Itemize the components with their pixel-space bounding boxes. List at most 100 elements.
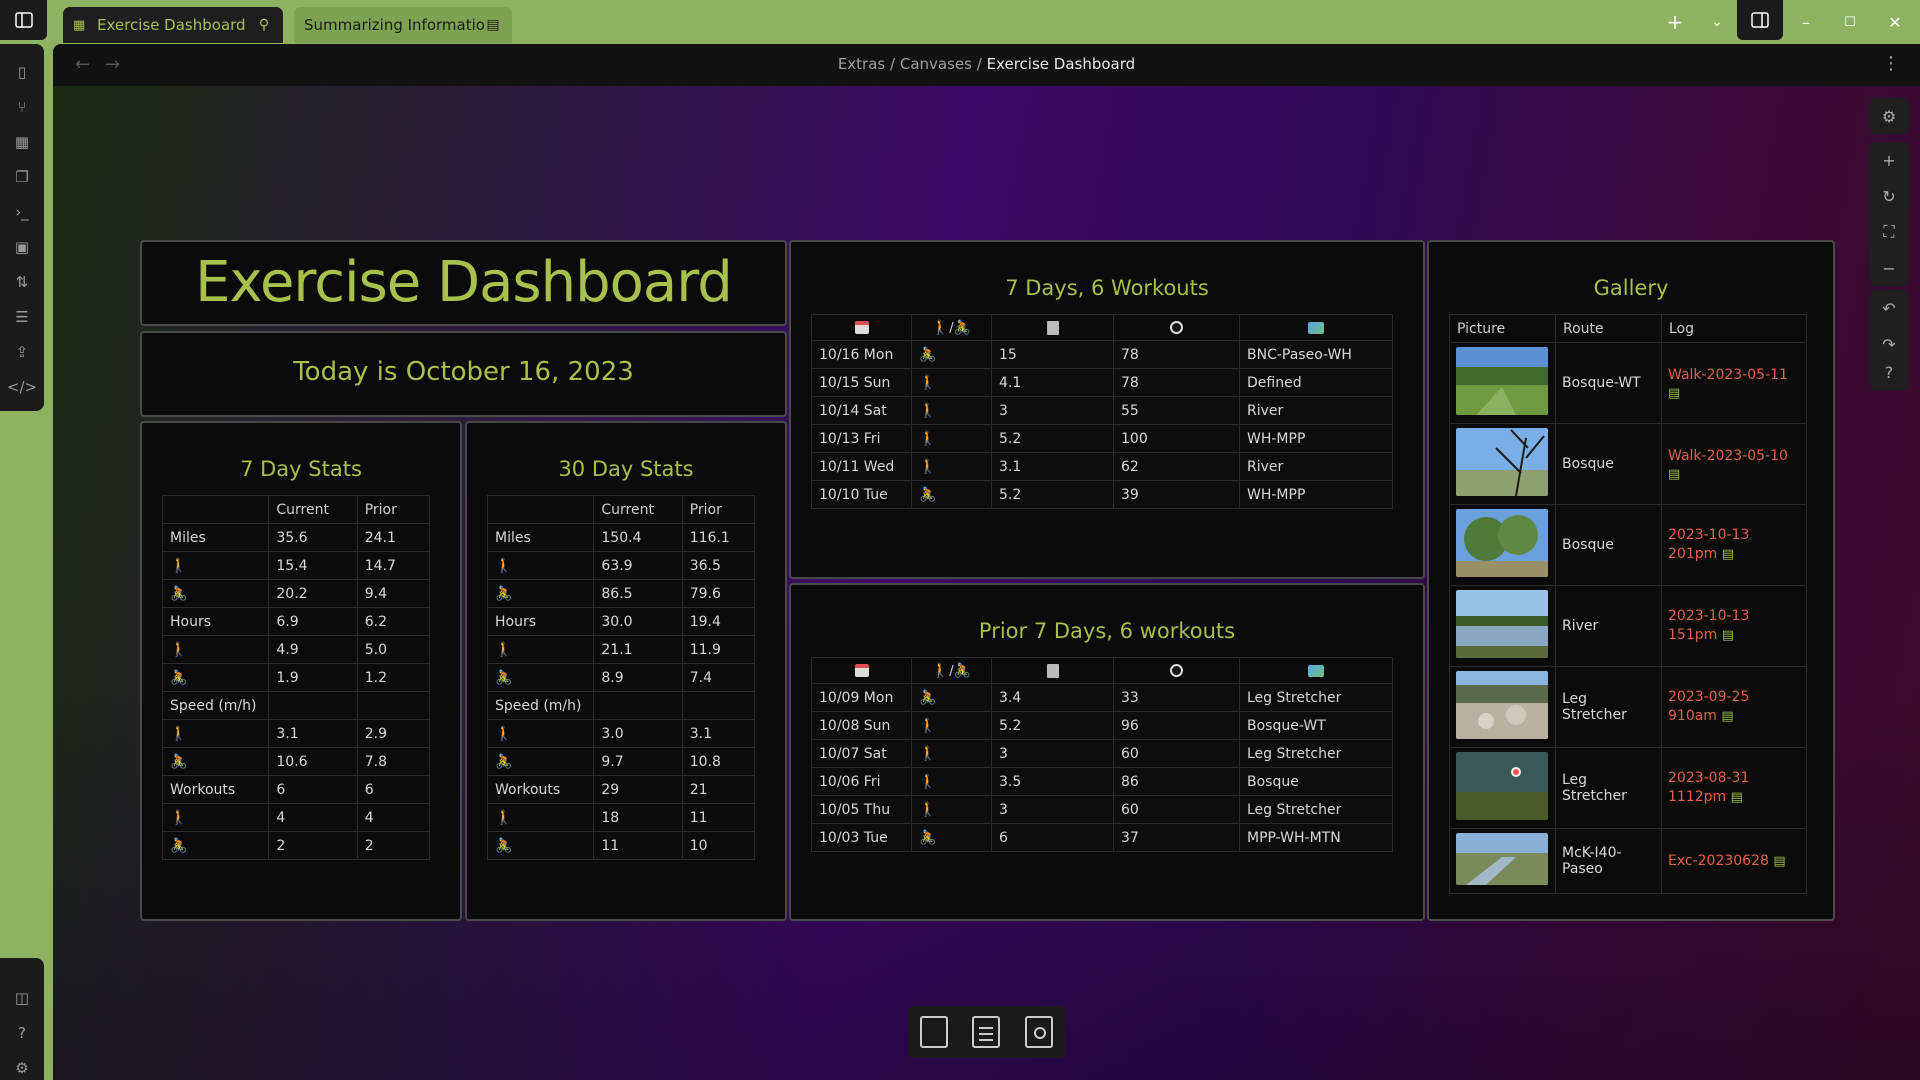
table-cell (681, 691, 756, 720)
map-icon (1239, 657, 1393, 684)
thirty-day-stats-card[interactable]: 30 Day Stats Current Prior Miles 150.4 116.… (465, 421, 787, 921)
prior-workouts-card[interactable]: Prior 7 Days, 6 workouts 🚶/🚴 10/09 Mon 🚴 3.… (789, 583, 1425, 921)
table-cell: Workouts (161, 775, 270, 804)
canvas[interactable]: ⚙ + ↻ ⛶ − ↶ ↷ ? Exercise Dashboard Today… (53, 86, 1920, 1080)
breadcrumb-item[interactable]: Canvases (900, 55, 972, 73)
bike-icon: 🚴 (919, 829, 937, 846)
log-link[interactable]: 2023-09-25 910am (1668, 689, 1749, 724)
column-header: Picture (1449, 314, 1556, 343)
seven-day-stats-card[interactable]: 7 Day Stats Current Prior Miles 35.6 24.1 🚶 1… (140, 421, 462, 921)
open-file-icon[interactable]: ▯ (0, 54, 44, 89)
table-cell: 7.4 (681, 663, 756, 692)
chevron-down-icon[interactable]: ⌄ (1702, 10, 1732, 34)
more-options-icon[interactable]: ⋮ (1882, 53, 1900, 74)
close-icon[interactable]: ✕ (1880, 10, 1910, 34)
column-header: Log (1661, 314, 1807, 343)
table-cell: 36.5 (681, 551, 756, 580)
photo-thumbnail[interactable] (1456, 833, 1548, 885)
undo-icon[interactable]: ↶ (1869, 290, 1909, 326)
help-icon[interactable]: ? (0, 1015, 44, 1050)
breadcrumb-item[interactable]: Extras (838, 55, 885, 73)
stopwatch-icon (1113, 657, 1240, 684)
log-cell: 2023-10-13 201pm ▤ (1661, 504, 1807, 586)
table-cell: 🚴 (911, 823, 992, 852)
log-link[interactable]: Exc-20230628 (1668, 853, 1769, 869)
table-cell: 10/15 Sun (811, 368, 912, 397)
log-link[interactable]: 2023-10-13 151pm (1668, 608, 1749, 643)
tab-exercise-dashboard[interactable]: ▦ Exercise Dashboard ⚲ (63, 7, 283, 43)
table-cell: 20.2 (268, 579, 358, 608)
photo-thumbnail[interactable] (1456, 428, 1548, 497)
table-header: Picture Route Log (1449, 314, 1807, 343)
code-icon[interactable]: </> (0, 369, 44, 404)
table-cell: 6.9 (268, 607, 358, 636)
log-cell: 2023-08-31 1112pm ▤ (1661, 747, 1807, 829)
table-row: 10/05 Thu 🚶 3 60 Leg Stretcher (811, 795, 1393, 824)
fit-screen-icon[interactable]: ⛶ (1869, 214, 1909, 250)
vault-icon[interactable]: ◫ (0, 980, 44, 1015)
log-link[interactable]: 2023-10-13 201pm (1668, 527, 1749, 562)
new-tab-icon[interactable]: + (1660, 10, 1690, 34)
zoom-out-icon[interactable]: − (1869, 250, 1909, 286)
table-cell: 10/09 Mon (811, 683, 912, 712)
table-cell: 10/13 Fri (811, 424, 912, 453)
upload-icon[interactable]: ⇪ (0, 334, 44, 369)
table-cell: 29 (593, 775, 683, 804)
add-media-icon[interactable] (1024, 1016, 1053, 1048)
help-icon[interactable]: ? (1869, 354, 1909, 390)
log-link[interactable]: Walk-2023-05-11 (1668, 367, 1788, 383)
week-workouts-card[interactable]: 7 Days, 6 Workouts 🚶/🚴 10/16 Mon 🚴 15 78 BNC-… (789, 240, 1425, 579)
table-cell: 14.7 (356, 551, 431, 580)
graph-view-icon[interactable]: ⑂ (0, 89, 44, 124)
table-cell: 35.6 (268, 523, 358, 552)
table-cell: 1.9 (268, 663, 358, 692)
canvas-icon[interactable]: ▦ (0, 124, 44, 159)
add-card-icon[interactable] (920, 1016, 949, 1048)
photo-thumbnail[interactable] (1456, 347, 1548, 415)
gallery-card[interactable]: Gallery Picture Route Log Bosque-WT Walk-… (1427, 240, 1835, 921)
table-cell: Leg Stretcher (1239, 739, 1393, 768)
column-header: Route (1555, 314, 1662, 343)
maximize-icon[interactable]: ☐ (1835, 10, 1865, 34)
canvas-settings: ⚙ (1869, 98, 1909, 134)
settings-icon[interactable]: ⚙ (0, 1050, 44, 1080)
table-cell: River (1239, 452, 1393, 481)
layout-icon[interactable]: ▣ (0, 229, 44, 264)
tab-summarizing[interactable]: Summarizing Informatio... ▤ (294, 7, 512, 43)
table-cell: 🚴 (486, 747, 595, 776)
log-link[interactable]: Walk-2023-05-10 (1668, 448, 1788, 464)
terminal-icon[interactable]: ›_ (0, 194, 44, 229)
card-heading: 7 Days, 6 Workouts (1005, 276, 1209, 300)
table-cell: MPP-WH-MTN (1239, 823, 1393, 852)
log-cell: 2023-10-13 151pm ▤ (1661, 585, 1807, 667)
breadcrumb-current[interactable]: Exercise Dashboard (987, 55, 1136, 73)
minimize-icon[interactable]: – (1791, 10, 1821, 34)
walk-bike-icon: 🚶/🚴 (911, 314, 992, 341)
sidebar-toggle-icon[interactable] (0, 0, 47, 40)
sort-icon[interactable]: ⇅ (0, 264, 44, 299)
right-sidebar-toggle-icon[interactable] (1737, 0, 1783, 40)
photo-thumbnail[interactable] (1456, 590, 1548, 658)
photo-thumbnail[interactable] (1456, 509, 1548, 577)
table-cell: 21.1 (593, 635, 683, 664)
today-card[interactable]: Today is October 16, 2023 (140, 331, 787, 417)
pin-icon[interactable]: ⚲ (255, 17, 273, 33)
table-cell: Bosque-WT (1239, 711, 1393, 740)
copy-icon[interactable]: ❐ (0, 159, 44, 194)
title-card[interactable]: Exercise Dashboard (140, 240, 787, 326)
route-cell: Leg Stretcher (1555, 747, 1662, 829)
photo-thumbnail[interactable] (1456, 671, 1548, 739)
walk-icon: 🚶 (919, 430, 937, 447)
walk-icon: 🚶 (170, 809, 188, 826)
gear-icon[interactable]: ⚙ (1869, 98, 1909, 134)
reset-zoom-icon[interactable]: ↻ (1869, 178, 1909, 214)
table-row: 🚶 63.9 36.5 (486, 551, 756, 580)
zoom-in-icon[interactable]: + (1869, 142, 1909, 178)
table-cell: 5.0 (356, 635, 431, 664)
gallery-row: Bosque-WT Walk-2023-05-11 ▤ (1449, 342, 1807, 424)
gallery-row: River 2023-10-13 151pm ▤ (1449, 585, 1807, 667)
photo-thumbnail[interactable] (1456, 752, 1548, 820)
add-note-icon[interactable] (972, 1016, 1001, 1048)
list-icon[interactable]: ☰ (0, 299, 44, 334)
column-header: Current (593, 495, 683, 524)
